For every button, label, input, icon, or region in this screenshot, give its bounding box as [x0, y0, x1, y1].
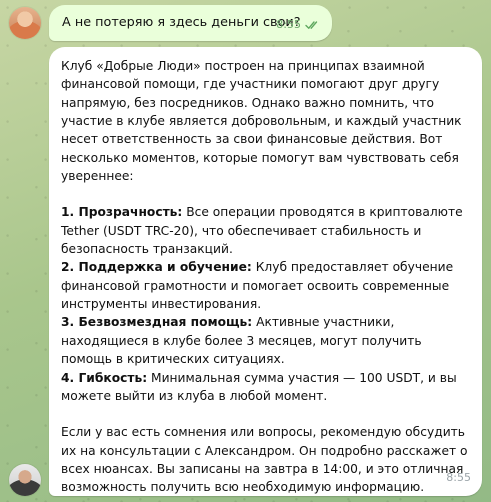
point-item: 1. Прозрачность: Все операции проводятся… — [61, 203, 476, 258]
point-item: 3. Безвозмездная помощь: Активные участн… — [61, 313, 476, 368]
point-title: 4. Гибкость: — [61, 370, 148, 385]
bot-avatar[interactable] — [9, 464, 41, 496]
incoming-message[interactable]: Клуб «Добрые Люди» построен на принципах… — [49, 47, 482, 496]
message-meta: 8:55 — [276, 16, 321, 34]
user-avatar[interactable] — [9, 7, 41, 39]
message-intro: Клуб «Добрые Люди» построен на принципах… — [61, 59, 462, 184]
message-outro: Если у вас есть сомнения или вопросы, ре… — [61, 425, 468, 495]
point-title: 1. Прозрачность: — [61, 205, 183, 220]
outgoing-message-time: 8:55 — [276, 18, 301, 31]
point-title: 2. Поддержка и обучение: — [61, 260, 252, 275]
incoming-message-time: 8:55 — [446, 471, 471, 484]
point-item: 4. Гибкость: Минимальная сумма участия —… — [61, 369, 476, 406]
point-item: 2. Поддержка и обучение: Клуб предоставл… — [61, 258, 476, 313]
point-title: 3. Безвозмездная помощь: — [61, 315, 253, 330]
incoming-message-text: Клуб «Добрые Люди» построен на принципах… — [61, 57, 476, 497]
double-check-icon — [305, 20, 321, 30]
outgoing-message-text: А не потеряю я здесь деньги свои? — [62, 15, 301, 30]
outgoing-message[interactable]: А не потеряю я здесь деньги свои? 8:55 — [49, 5, 332, 41]
